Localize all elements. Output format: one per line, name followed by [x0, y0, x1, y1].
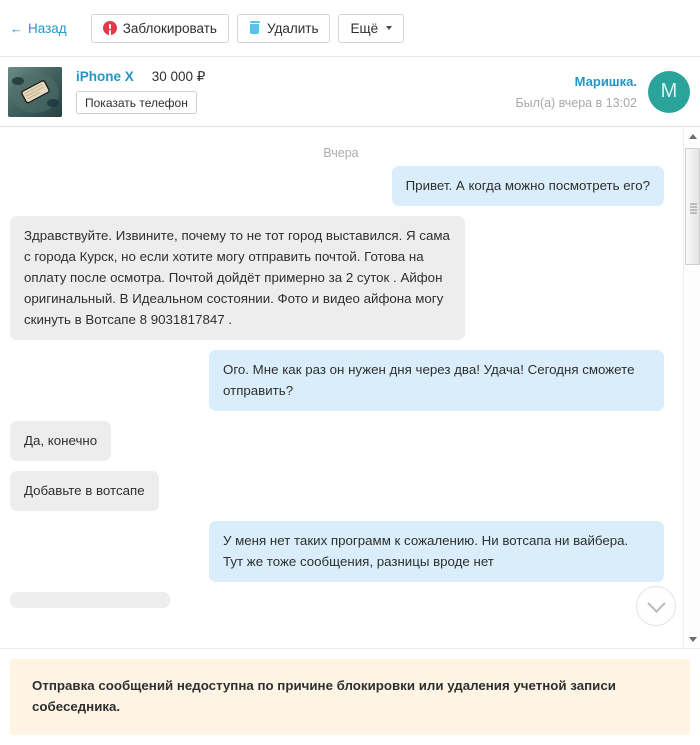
- avatar[interactable]: M: [648, 70, 690, 113]
- item-thumbnail-image: [8, 66, 62, 117]
- scrollbar-down-button[interactable]: [684, 631, 700, 648]
- chevron-down-icon: [386, 26, 393, 30]
- blocked-notice: Отправка сообщений недоступна по причине…: [10, 659, 690, 735]
- message-row: Добавьте в вотсапе: [0, 471, 682, 511]
- scrollbar-grip-icon: [690, 206, 697, 207]
- incoming-message-bubble: Здравствуйте. Извините, почему то не тот…: [10, 216, 465, 340]
- message-row: Привет. А когда можно посмотреть его?: [0, 166, 682, 206]
- outgoing-message-bubble: Привет. А когда можно посмотреть его?: [391, 166, 664, 206]
- back-link-label: Назад: [28, 20, 67, 36]
- block-circle-icon: [102, 21, 117, 35]
- scrollbar-thumb[interactable]: [685, 148, 700, 265]
- item-title-row: iPhone X 30 000 ₽: [76, 69, 515, 85]
- chat-area: Вчера Привет. А когда можно посмотреть е…: [0, 128, 700, 648]
- chevron-down-icon: [646, 593, 666, 613]
- message-row: Ого. Мне как раз он нужен дня через два!…: [0, 350, 682, 411]
- user-last-seen: Был(а) вчера в 13:02: [515, 95, 637, 110]
- day-separator: Вчера: [323, 146, 359, 160]
- show-phone-button[interactable]: Показать телефон: [76, 91, 197, 114]
- incoming-message-bubble: Добавьте в вотсапе: [10, 471, 159, 511]
- outgoing-message-bubble: У меня нет таких программ к сожалению. Н…: [209, 521, 664, 582]
- message-row: Здравствуйте. Извините, почему то не тот…: [0, 216, 682, 340]
- top-toolbar: ← Назад Заблокировать Удалить Ещё: [0, 0, 700, 57]
- user-texts: Маришка. Был(а) вчера в 13:02: [515, 74, 637, 110]
- item-price: 30 000 ₽: [151, 69, 206, 84]
- scrollbar-up-button[interactable]: [684, 128, 700, 145]
- scroll-to-bottom-button[interactable]: [636, 586, 676, 626]
- back-arrow-icon: ←: [10, 20, 23, 36]
- message-row: [0, 592, 682, 608]
- incoming-message-bubble: Да, конечно: [10, 421, 112, 461]
- item-title-link[interactable]: iPhone X: [76, 69, 134, 84]
- incoming-message-bubble: [10, 592, 170, 608]
- conversation-header: iPhone X 30 000 ₽ Показать телефон Мариш…: [0, 57, 700, 127]
- more-button[interactable]: Ещё: [338, 13, 405, 43]
- block-button[interactable]: Заблокировать: [90, 13, 229, 43]
- delete-button[interactable]: Удалить: [236, 13, 331, 43]
- more-button-label: Ещё: [350, 20, 379, 36]
- item-meta: iPhone X 30 000 ₽ Показать телефон: [76, 69, 515, 114]
- message-row: Да, конечно: [0, 421, 682, 461]
- triangle-up-icon: [688, 134, 697, 139]
- composer-area: Отправка сообщений недоступна по причине…: [0, 648, 700, 745]
- trash-icon: [249, 21, 261, 35]
- triangle-down-icon: [688, 637, 697, 642]
- user-name-link[interactable]: Маришка.: [515, 74, 637, 89]
- user-block: Маришка. Был(а) вчера в 13:02 M: [515, 70, 690, 113]
- block-button-label: Заблокировать: [122, 20, 217, 36]
- message-list: Вчера Привет. А когда можно посмотреть е…: [0, 128, 682, 648]
- back-link[interactable]: ← Назад: [10, 21, 67, 36]
- outgoing-message-bubble: Ого. Мне как раз он нужен дня через два!…: [209, 350, 664, 411]
- chat-scrollbar[interactable]: [683, 128, 700, 648]
- delete-button-label: Удалить: [266, 20, 319, 36]
- item-thumbnail[interactable]: [8, 66, 62, 117]
- message-row: У меня нет таких программ к сожалению. Н…: [0, 521, 682, 582]
